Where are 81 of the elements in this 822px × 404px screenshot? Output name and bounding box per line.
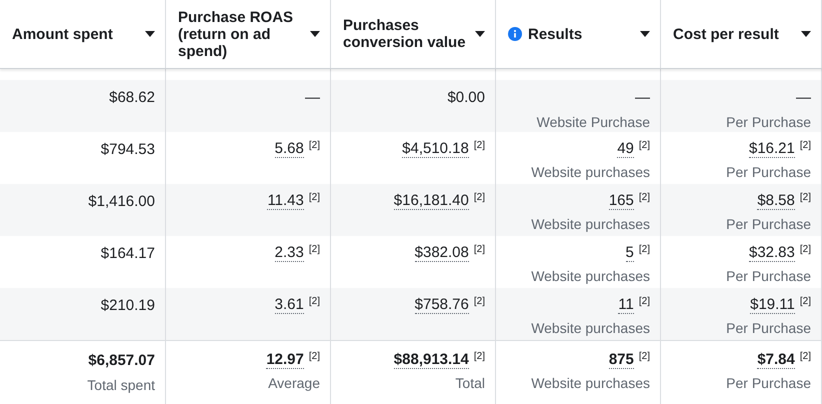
footnote-mark: [2]: [308, 192, 320, 204]
footnote-mark: [2]: [308, 296, 320, 308]
column-title: Results: [528, 26, 584, 42]
footnote-mark: [2]: [800, 351, 811, 363]
cell-value: 2.33: [274, 244, 304, 262]
total-label: Average: [268, 374, 320, 392]
cell-label: Website purchases: [531, 319, 650, 337]
cell-value: $8.58: [757, 192, 795, 210]
footnote-mark: [2]: [638, 296, 650, 308]
column-title: Purchase ROAS (return on ad spend): [178, 8, 294, 60]
cell-value: $4,510.18: [402, 140, 469, 158]
footnote-mark: [2]: [638, 140, 650, 152]
cell-value: —: [796, 88, 811, 108]
cell-value: 11: [618, 296, 634, 314]
column-title: Purchases conversion value: [343, 17, 467, 51]
cell-value: 11.43: [267, 192, 304, 210]
cell-value: 5: [626, 244, 634, 262]
cell-value: $0.00: [447, 88, 485, 108]
footnote-mark: [2]: [800, 140, 811, 152]
cell-value: $164.17: [100, 244, 155, 264]
column-header[interactable]: Amount spent: [0, 0, 166, 68]
footnote-mark: [2]: [638, 244, 650, 256]
cell-value: 49: [617, 140, 634, 158]
footnote-mark: [2]: [474, 140, 485, 152]
footnote-mark: [2]: [474, 351, 485, 363]
total-value: $6,857.07: [88, 351, 155, 371]
footnote-mark: [2]: [308, 140, 320, 152]
footnote-mark: [2]: [638, 351, 650, 363]
cell-label: Per Purchase: [726, 267, 811, 285]
column-header[interactable]: Cost per result: [661, 0, 822, 68]
column-header[interactable]: Purchase ROAS (return on ad spend): [166, 0, 331, 68]
footnote-mark: [2]: [474, 244, 485, 256]
cell-value: $758.76: [414, 296, 469, 314]
column-header[interactable]: Purchases conversion value: [331, 0, 496, 68]
caret-icon[interactable]: [475, 31, 485, 37]
column-title: Cost per result: [673, 26, 780, 42]
cell-value: $19.11: [750, 296, 795, 314]
total-value: 875: [608, 351, 634, 369]
cell-value: $16.21: [748, 140, 795, 158]
caret-icon[interactable]: [145, 31, 155, 37]
column-header[interactable]: Results: [496, 0, 661, 68]
cell-label: Website purchases: [531, 215, 650, 233]
footnote-mark: [2]: [800, 192, 811, 204]
info-icon: [508, 27, 522, 41]
cell-label: Per Purchase: [726, 215, 811, 233]
cell-value: $1,416.00: [88, 192, 155, 212]
footnote-mark: [2]: [800, 244, 811, 256]
caret-icon[interactable]: [310, 31, 320, 37]
cell-value: $210.19: [100, 296, 155, 316]
cell-value: 165: [608, 192, 634, 210]
total-value: 12.97: [266, 351, 304, 369]
column-title: Amount spent: [12, 26, 114, 42]
cell-value: —: [635, 88, 650, 108]
cell-value: $68.62: [109, 88, 155, 108]
footnote-mark: [2]: [638, 192, 650, 204]
footnote-mark: [2]: [474, 296, 485, 308]
footnote-mark: [2]: [308, 244, 320, 256]
caret-icon[interactable]: [640, 31, 650, 37]
total-value: $88,913.14: [394, 351, 469, 369]
total-label: Total spent: [87, 376, 155, 394]
cell-value: —: [305, 88, 320, 108]
total-label: Website purchases: [531, 374, 650, 392]
cell-value: 5.68: [274, 140, 304, 158]
cell-value: $794.53: [100, 140, 155, 160]
total-value: $7.84: [757, 351, 795, 369]
total-label: Per Purchase: [726, 374, 811, 392]
footnote-mark: [2]: [800, 296, 811, 308]
cell-label: Website Purchase: [536, 113, 650, 131]
cell-label: Per Purchase: [726, 113, 811, 131]
cell-value: $382.08: [414, 244, 469, 262]
total-label: Total: [455, 374, 485, 392]
cell-value: $32.83: [748, 244, 795, 262]
cell-label: Website purchases: [531, 267, 650, 285]
footnote-mark: [2]: [308, 351, 320, 363]
cell-value: 3.61: [274, 296, 304, 314]
cell-label: Per Purchase: [726, 163, 811, 181]
cell-label: Website purchases: [531, 163, 650, 181]
caret-icon[interactable]: [801, 31, 811, 37]
cell-label: Per Purchase: [726, 319, 811, 337]
footnote-mark: [2]: [474, 192, 485, 204]
cell-value: $16,181.40: [394, 192, 469, 210]
